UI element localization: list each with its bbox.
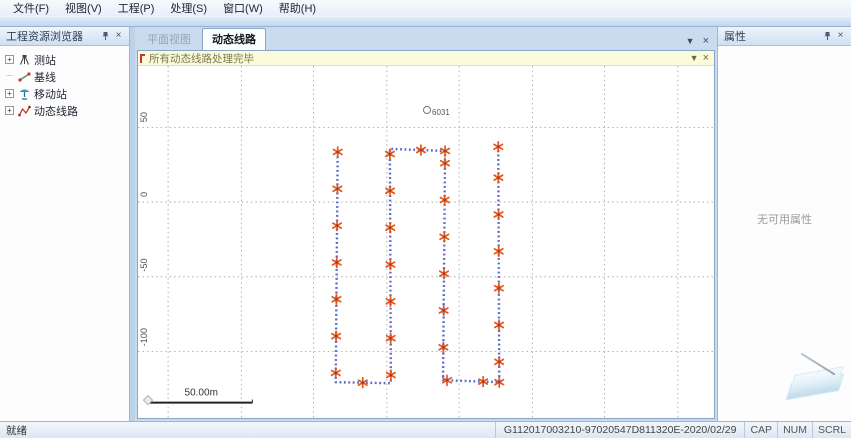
notification-corner-mark — [140, 54, 145, 63]
status-ready-text: 就绪 — [0, 423, 495, 438]
menu-item-file[interactable]: 文件(F) — [6, 0, 56, 17]
tree-item-label: 测站 — [34, 52, 56, 68]
menu-bar: 文件(F)视图(V)工程(P)处理(S)窗口(W)帮助(H) — [0, 0, 851, 16]
svg-text:50.00m: 50.00m — [184, 387, 217, 398]
status-toggle-scrl[interactable]: SCRL — [812, 422, 851, 438]
y-axis-labels: 50 0 -50 -100 — [139, 112, 149, 346]
notification-chevron-down-icon[interactable]: ▼ — [690, 54, 699, 63]
status-bar: 就绪 G112017003210-97020547D811320E-2020/0… — [0, 421, 851, 438]
document-tab-bar: 平面视图动态线路 ▼ × — [135, 27, 717, 50]
resource-tree: + 测站 ─ 基线 + 移动站 + 动态线路 — [0, 46, 129, 124]
track-markers — [332, 142, 504, 388]
properties-header: 属性 × — [718, 27, 851, 46]
expand-icon[interactable]: + — [5, 106, 14, 115]
expand-icon[interactable]: + — [5, 89, 14, 98]
status-toggle-group: CAPNUMSCRL — [744, 422, 851, 438]
notification-close-icon[interactable]: × — [703, 53, 709, 64]
document-area: 平面视图动态线路 ▼ × 所有动态线路处理完毕 ▼ × 50 0 -50 -100 60… — [135, 27, 717, 421]
svg-text:0: 0 — [139, 192, 149, 197]
tree-connector: ─ — [5, 72, 14, 81]
no-properties-message: 无可用属性 — [718, 211, 851, 227]
station-marker[interactable]: 6031 — [423, 106, 450, 117]
properties-title: 属性 — [724, 28, 821, 44]
svg-text:-50: -50 — [139, 258, 149, 271]
tree-item-label: 动态线路 — [34, 103, 78, 119]
track-plot-viewport[interactable]: 50 0 -50 -100 6031 50.00m — [138, 66, 714, 418]
notification-bar: 所有动态线路处理完毕 ▼ × — [138, 51, 714, 66]
properties-body: 无可用属性 — [718, 46, 851, 421]
status-toggle-cap[interactable]: CAP — [744, 422, 777, 438]
menu-item-project[interactable]: 工程(P) — [111, 0, 162, 17]
svg-text:-100: -100 — [139, 328, 149, 346]
tab-list-chevron-down-icon[interactable]: ▼ — [686, 37, 695, 46]
toolbar-strip — [0, 16, 851, 27]
menu-item-process[interactable]: 处理(S) — [163, 0, 214, 17]
status-toggle-num[interactable]: NUM — [777, 422, 812, 438]
watermark-logo — [784, 361, 848, 407]
project-explorer-panel: 工程资源浏览器 × + 测站 ─ 基线 + 移动站 + 动态线路 — [0, 27, 130, 421]
baseline-icon — [17, 71, 31, 83]
menu-item-window[interactable]: 窗口(W) — [216, 0, 270, 17]
tab-close-icon[interactable]: × — [703, 36, 709, 47]
close-icon[interactable]: × — [834, 30, 847, 43]
tab-bar-controls: ▼ × — [686, 36, 713, 50]
tree-item-label: 基线 — [34, 69, 56, 85]
main-area: 工程资源浏览器 × +测站─基线+移动站+动态线路 平面视图动态线路 ▼ × — [0, 27, 851, 421]
expand-icon[interactable]: + — [5, 55, 14, 64]
pin-icon[interactable] — [99, 30, 112, 43]
project-explorer-title: 工程资源浏览器 — [6, 28, 99, 44]
tree-item-label: 移动站 — [34, 86, 67, 102]
project-explorer-header: 工程资源浏览器 × — [0, 27, 129, 46]
rover-icon — [17, 88, 31, 100]
svg-text:6031: 6031 — [432, 108, 450, 117]
close-icon[interactable]: × — [112, 30, 125, 43]
track-plot: 50 0 -50 -100 6031 50.00m — [138, 66, 714, 418]
dynamic-route-document: 所有动态线路处理完毕 ▼ × 50 0 -50 -100 6031 50.00m — [137, 50, 715, 419]
notification-text: 所有动态线路处理完毕 — [149, 51, 686, 66]
grid-layer — [138, 66, 714, 418]
application-window: 文件(F)视图(V)工程(P)处理(S)窗口(W)帮助(H) 工程资源浏览器 ×… — [0, 0, 851, 438]
sidebar-item-routes[interactable]: + 动态线路 — [2, 102, 127, 119]
status-project-id: G112017003210-97020547D811320E-2020/02/2… — [495, 422, 745, 438]
pin-icon[interactable] — [821, 30, 834, 43]
sidebar-item-rovers[interactable]: + 移动站 — [2, 85, 127, 102]
route-icon — [17, 105, 31, 117]
track-line — [336, 147, 500, 383]
menu-item-view[interactable]: 视图(V) — [58, 0, 109, 17]
svg-text:50: 50 — [139, 112, 149, 122]
tripod-icon — [17, 54, 31, 66]
sidebar-item-baselines[interactable]: ─ 基线 — [2, 68, 127, 85]
sidebar-item-stations[interactable]: + 测站 — [2, 51, 127, 68]
tab-plan-view[interactable]: 平面视图 — [137, 28, 201, 50]
tab-strip: 平面视图动态线路 — [137, 28, 267, 50]
project-explorer-body: + 测站 ─ 基线 + 移动站 + 动态线路 — [0, 46, 129, 421]
scale-bar: 50.00m — [150, 387, 252, 402]
menu-item-help[interactable]: 帮助(H) — [272, 0, 323, 17]
tab-dynamic-route[interactable]: 动态线路 — [202, 28, 266, 50]
properties-panel: 属性 × 无可用属性 — [717, 27, 851, 421]
